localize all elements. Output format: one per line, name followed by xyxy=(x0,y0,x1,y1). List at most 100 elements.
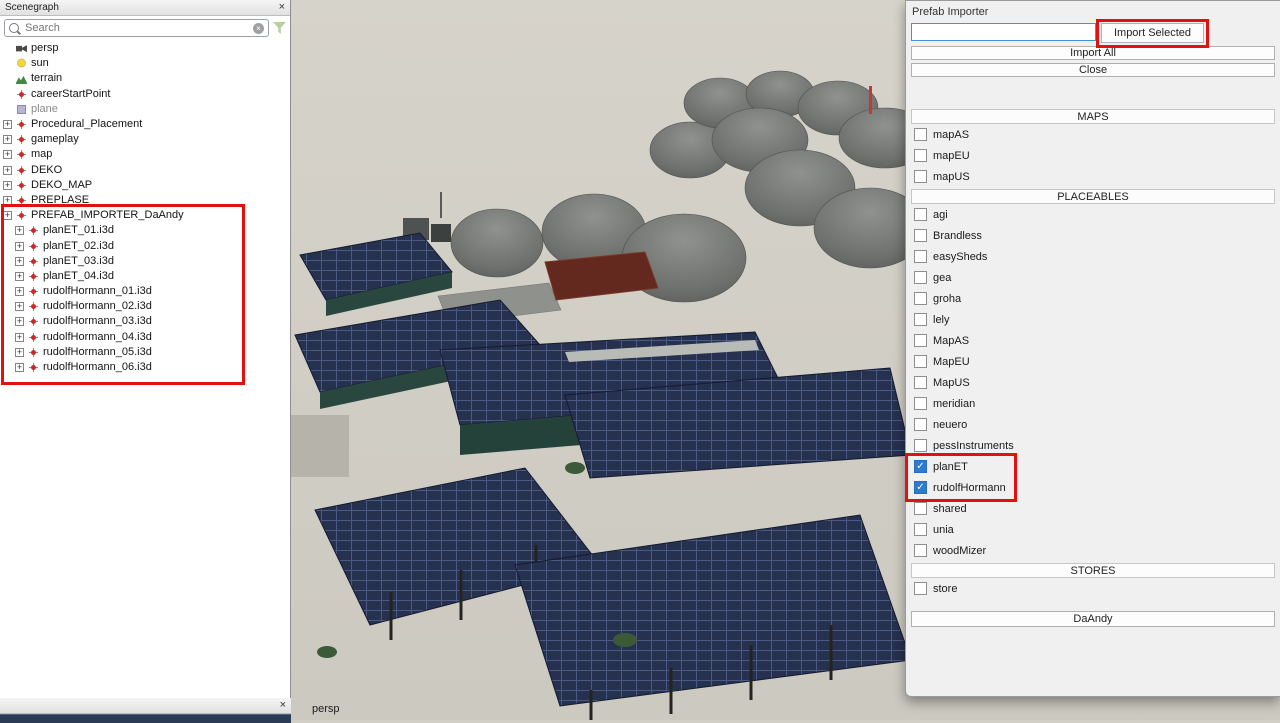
search-icon xyxy=(9,23,19,33)
checkbox-row[interactable]: easySheds xyxy=(911,246,1275,267)
checkbox-row[interactable]: woodMizer xyxy=(911,540,1275,561)
tree-item[interactable]: +rudolfHormann_03.i3d xyxy=(0,314,290,329)
tree-item[interactable]: +gameplay xyxy=(0,132,290,147)
checkbox-row[interactable]: MapEU xyxy=(911,351,1275,372)
expand-icon[interactable]: + xyxy=(3,120,12,129)
checkbox[interactable]: ✓ xyxy=(914,481,927,494)
tree-item[interactable]: +DEKO_MAP xyxy=(0,178,290,193)
checkbox[interactable] xyxy=(914,376,927,389)
checkbox[interactable] xyxy=(914,271,927,284)
checkbox-row[interactable]: store xyxy=(911,578,1275,599)
checkbox-row[interactable]: MapAS xyxy=(911,330,1275,351)
checkbox[interactable] xyxy=(914,502,927,515)
checkbox[interactable] xyxy=(914,250,927,263)
checkbox-row[interactable]: unia xyxy=(911,519,1275,540)
checkbox-row[interactable]: MapUS xyxy=(911,372,1275,393)
checkbox-row[interactable]: mapUS xyxy=(911,166,1275,187)
tree-item[interactable]: plane xyxy=(0,102,290,117)
expand-icon[interactable]: + xyxy=(15,242,24,251)
checkbox-label: easySheds xyxy=(933,251,987,263)
checkbox[interactable] xyxy=(914,355,927,368)
checkbox[interactable] xyxy=(914,149,927,162)
close-button[interactable]: Close xyxy=(911,63,1275,77)
tree-item[interactable]: sun xyxy=(0,56,290,71)
tree-item[interactable]: +rudolfHormann_06.i3d xyxy=(0,360,290,375)
checkbox[interactable] xyxy=(914,544,927,557)
clear-search-icon[interactable]: × xyxy=(253,23,264,34)
checkbox[interactable] xyxy=(914,170,927,183)
search-input[interactable] xyxy=(23,21,249,35)
expand-icon[interactable]: + xyxy=(15,287,24,296)
expand-icon[interactable]: + xyxy=(3,135,12,144)
checkbox[interactable] xyxy=(914,128,927,141)
transform-icon xyxy=(28,271,39,282)
tree-item[interactable]: +planET_01.i3d xyxy=(0,223,290,238)
expand-icon[interactable]: + xyxy=(15,302,24,311)
checkbox-row[interactable]: ✓planET xyxy=(911,456,1275,477)
tree-item[interactable]: +rudolfHormann_01.i3d xyxy=(0,284,290,299)
import-all-button[interactable]: Import All xyxy=(911,46,1275,60)
checkbox-label: MapUS xyxy=(933,377,970,389)
checkbox-row[interactable]: groha xyxy=(911,288,1275,309)
expand-icon[interactable]: + xyxy=(15,257,24,266)
tree-item[interactable]: +rudolfHormann_04.i3d xyxy=(0,330,290,345)
expand-icon[interactable]: + xyxy=(3,196,12,205)
checkbox-row[interactable]: pessInstruments xyxy=(911,435,1275,456)
checkbox[interactable] xyxy=(914,292,927,305)
checkbox[interactable] xyxy=(914,229,927,242)
checkbox[interactable] xyxy=(914,313,927,326)
checkbox-row[interactable]: neuero xyxy=(911,414,1275,435)
checkbox[interactable]: ✓ xyxy=(914,460,927,473)
checkbox[interactable] xyxy=(914,439,927,452)
close-icon[interactable]: × xyxy=(280,700,286,711)
checkbox-row[interactable]: Brandless xyxy=(911,225,1275,246)
prefab-filter-input[interactable] xyxy=(911,23,1096,41)
checkbox[interactable] xyxy=(914,523,927,536)
checkbox-row[interactable]: agi xyxy=(911,204,1275,225)
checkbox-row[interactable]: mapAS xyxy=(911,124,1275,145)
tree-item[interactable]: terrain xyxy=(0,71,290,86)
expand-icon[interactable]: + xyxy=(3,150,12,159)
checkbox-row[interactable]: lely xyxy=(911,309,1275,330)
checkbox[interactable] xyxy=(914,397,927,410)
tree-item[interactable]: + PREPLASE xyxy=(0,193,290,208)
expand-icon[interactable]: + xyxy=(3,181,12,190)
filter-funnel-icon[interactable] xyxy=(273,22,286,34)
checkbox[interactable] xyxy=(914,582,927,595)
tree-item[interactable]: persp xyxy=(0,41,290,56)
section-header-placeables[interactable]: PLACEABLES xyxy=(911,189,1275,204)
expand-icon[interactable]: + xyxy=(15,363,24,372)
tree-item-label: PREPLASE xyxy=(31,193,89,208)
expand-icon[interactable]: + xyxy=(3,166,12,175)
import-selected-button[interactable]: Import Selected xyxy=(1101,23,1204,43)
checkbox-row[interactable]: shared xyxy=(911,498,1275,519)
expand-icon[interactable]: + xyxy=(3,211,12,220)
tree-item[interactable]: +Procedural_Placement xyxy=(0,117,290,132)
expand-icon[interactable]: + xyxy=(15,333,24,342)
expand-icon[interactable]: + xyxy=(15,226,24,235)
tree-item[interactable]: +map xyxy=(0,147,290,162)
tree-item[interactable]: +rudolfHormann_05.i3d xyxy=(0,345,290,360)
tree-item[interactable]: +planET_03.i3d xyxy=(0,254,290,269)
daandy-button[interactable]: DaAndy xyxy=(911,611,1275,627)
checkbox-row[interactable]: meridian xyxy=(911,393,1275,414)
transform-icon xyxy=(28,316,39,327)
expand-icon[interactable]: + xyxy=(15,317,24,326)
section-header-stores[interactable]: STORES xyxy=(911,563,1275,578)
expand-icon[interactable]: + xyxy=(15,348,24,357)
section-header-maps[interactable]: MAPS xyxy=(911,109,1275,124)
tree-item[interactable]: +rudolfHormann_02.i3d xyxy=(0,299,290,314)
checkbox[interactable] xyxy=(914,418,927,431)
tree-item[interactable]: +planET_02.i3d xyxy=(0,238,290,253)
checkbox-row[interactable]: ✓rudolfHormann xyxy=(911,477,1275,498)
tree-item[interactable]: +DEKO xyxy=(0,163,290,178)
tree-item[interactable]: careerStartPoint xyxy=(0,87,290,102)
expand-icon[interactable]: + xyxy=(15,272,24,281)
checkbox[interactable] xyxy=(914,208,927,221)
tree-item[interactable]: +PREFAB_IMPORTER_DaAndy xyxy=(0,208,290,223)
checkbox[interactable] xyxy=(914,334,927,347)
checkbox-row[interactable]: mapEU xyxy=(911,145,1275,166)
checkbox-row[interactable]: gea xyxy=(911,267,1275,288)
tree-item[interactable]: +planET_04.i3d xyxy=(0,269,290,284)
close-icon[interactable]: × xyxy=(279,2,285,13)
